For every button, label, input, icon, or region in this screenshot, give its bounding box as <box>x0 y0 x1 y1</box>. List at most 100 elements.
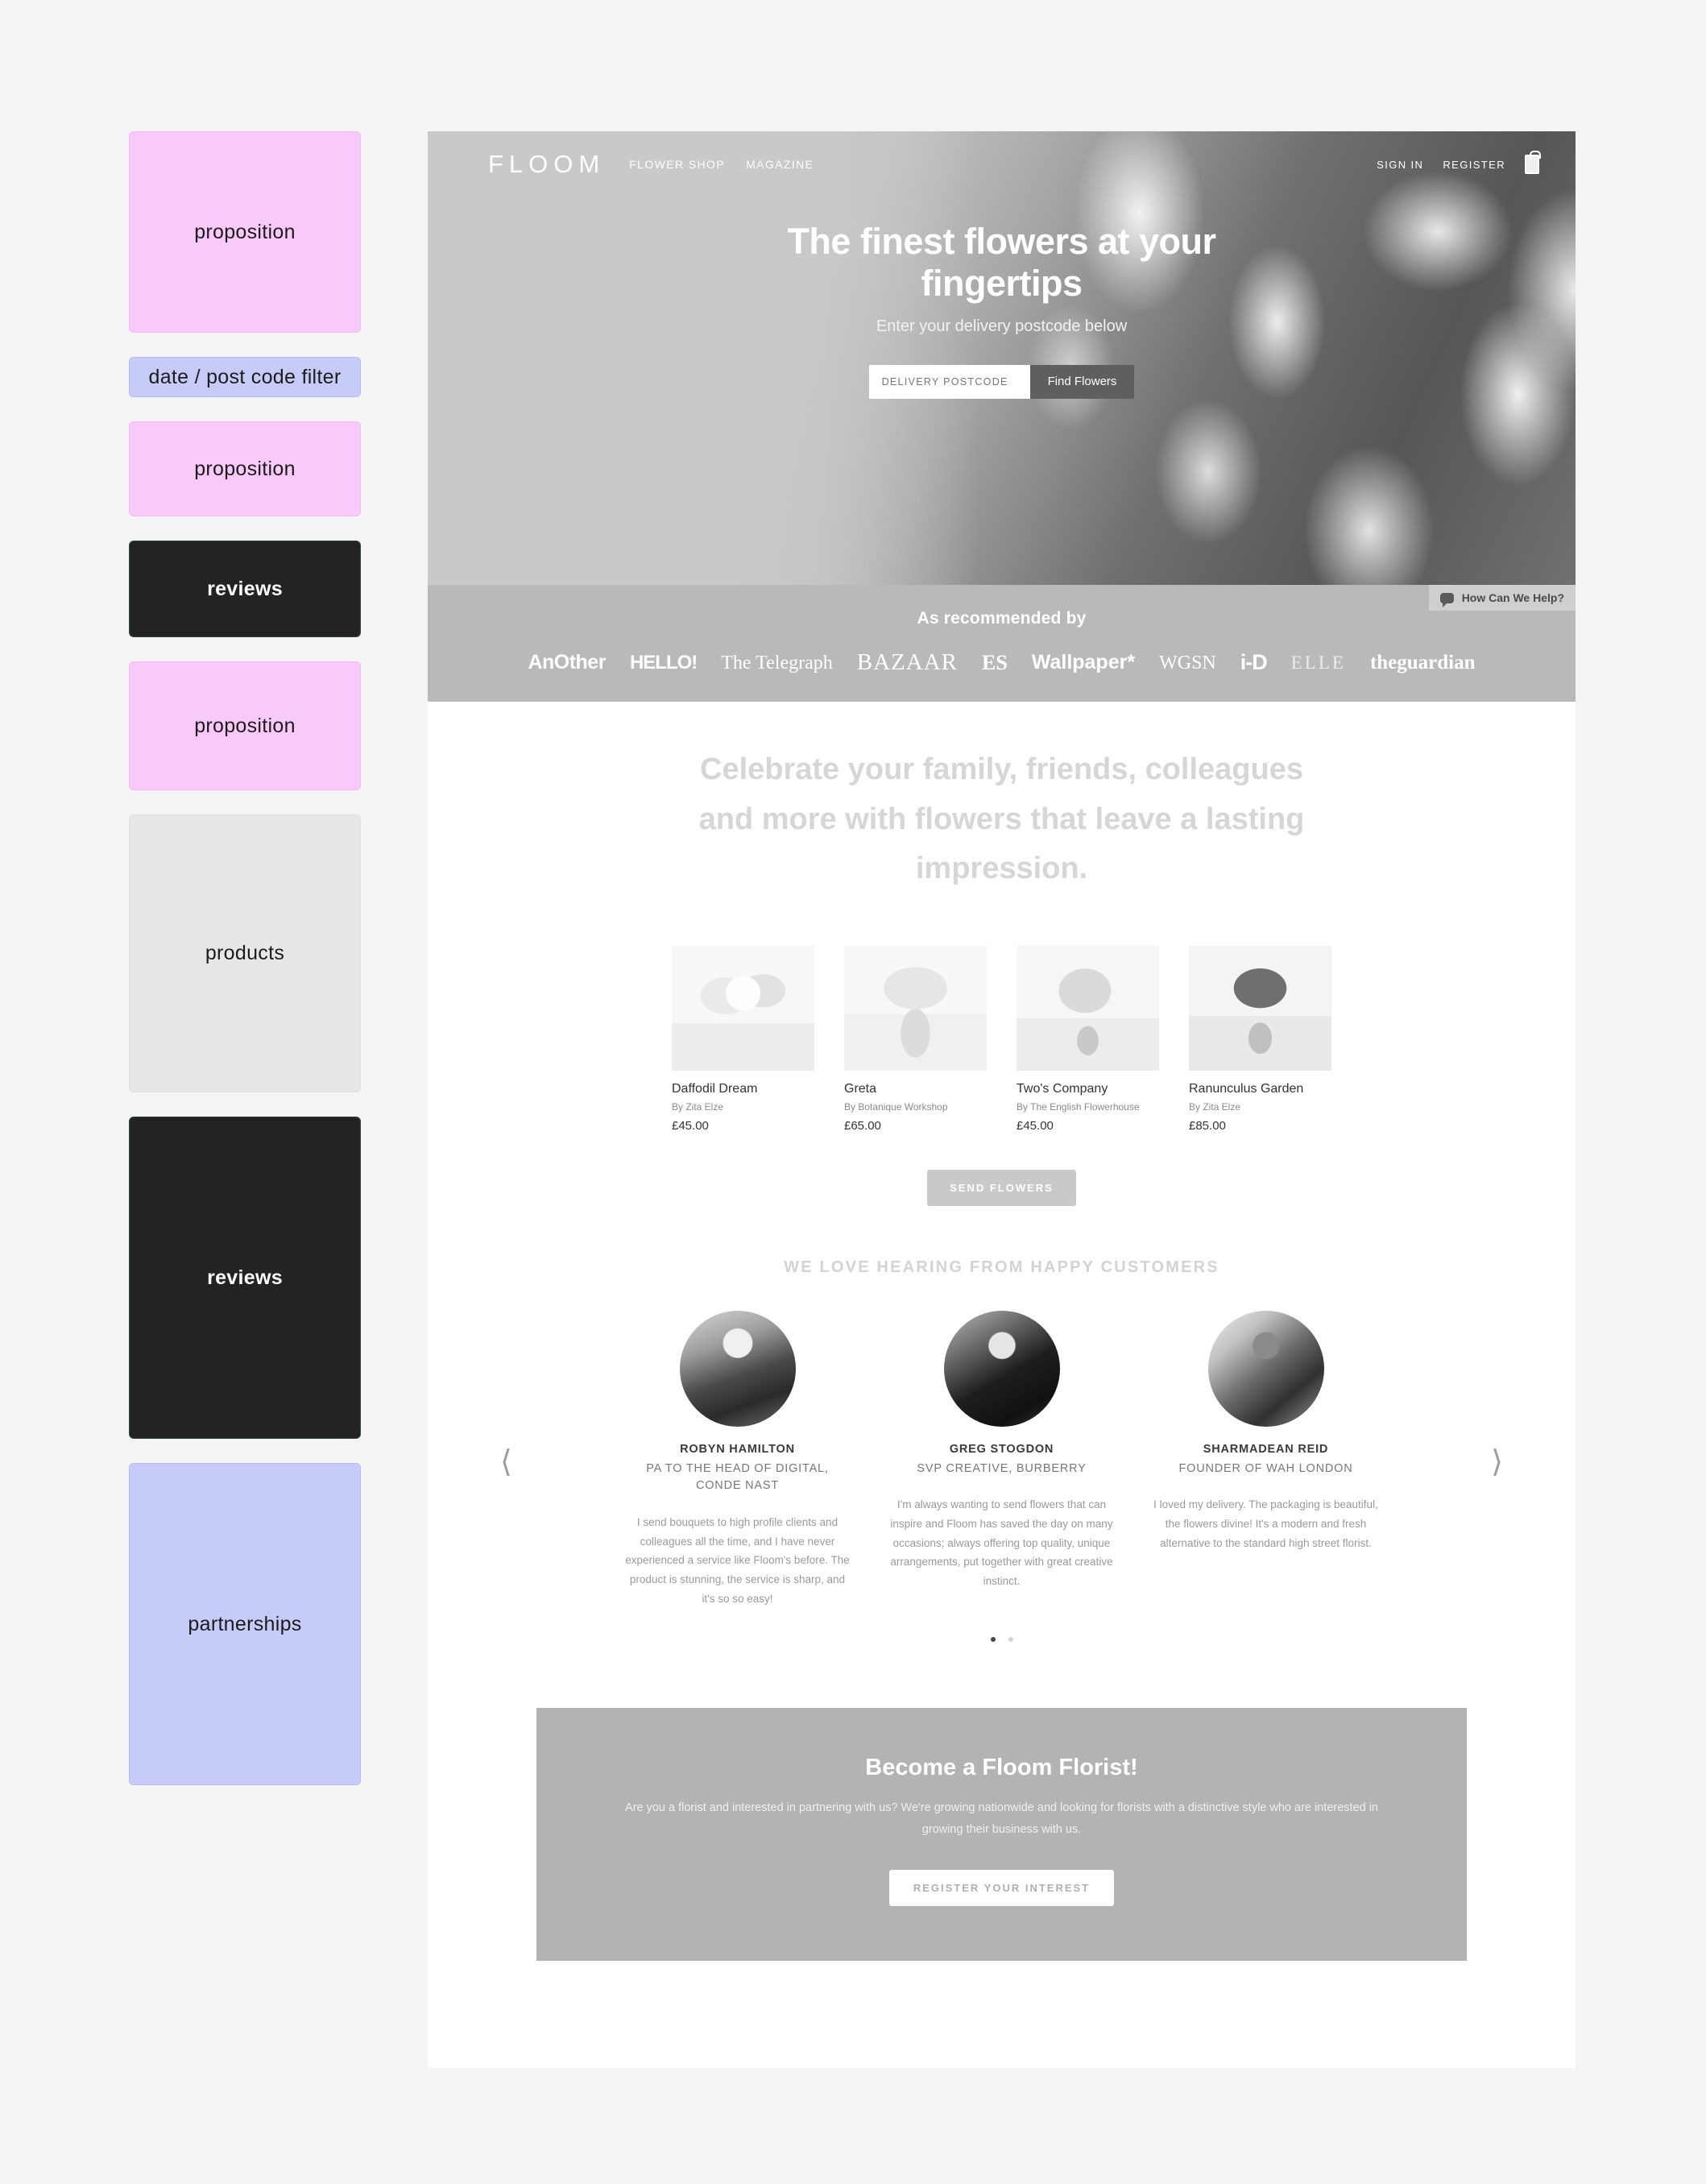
chat-widget-tab[interactable]: How Can We Help? <box>1428 585 1576 611</box>
logo-telegraph: The Telegraph <box>721 652 833 673</box>
site-header: FLOOM FLOWER SHOP MAGAZINE SIGN IN REGIS… <box>428 131 1576 179</box>
testimonial-quote: I loved my delivery. The packaging is be… <box>1153 1498 1378 1549</box>
annotation-date-postcode-filter: date / post code filter <box>129 357 361 397</box>
hero-heading: The finest flowers at your fingertips <box>787 221 1216 304</box>
testimonial-role: PA TO THE HEAD OF DIGITAL, CONDE NAST <box>646 1461 829 1493</box>
hero-section: FLOOM FLOWER SHOP MAGAZINE SIGN IN REGIS… <box>428 131 1576 585</box>
find-flowers-button[interactable]: Find Flowers <box>1029 364 1135 399</box>
product-card[interactable]: Ranunculus Garden By Zita Elze £85.00 <box>1189 945 1331 1133</box>
annotation-reviews-2: reviews <box>129 1117 361 1439</box>
logo-elle: ELLE <box>1290 653 1346 673</box>
website-preview: FLOOM FLOWER SHOP MAGAZINE SIGN IN REGIS… <box>428 131 1576 2068</box>
annotation-label: partnerships <box>188 1612 302 1635</box>
press-logo-row: AnOther HELLO! The Telegraph BAZAAR ES W… <box>428 651 1576 674</box>
product-florist: By Botanique Workshop <box>844 1100 948 1113</box>
product-price: £45.00 <box>672 1118 709 1133</box>
annotation-label: products <box>205 942 285 964</box>
product-price: £85.00 <box>1189 1118 1226 1133</box>
main-content: Celebrate your family, friends, colleagu… <box>428 702 1576 1961</box>
annotation-label: date / post code filter <box>148 365 342 388</box>
avatar <box>1207 1310 1324 1427</box>
annotation-products: products <box>129 814 361 1092</box>
product-florist: By Zita Elze <box>1189 1100 1241 1113</box>
logo-another: AnOther <box>528 651 606 673</box>
logo-guardian: theguardian <box>1369 652 1476 673</box>
product-image[interactable] <box>844 945 987 1071</box>
annotation-sidebar: proposition date / post code filter prop… <box>129 131 361 1809</box>
chevron-left-icon[interactable]: ⟨ <box>500 1444 512 1480</box>
annotation-label: reviews <box>207 1266 283 1289</box>
carousel-pagination <box>528 1637 1475 1643</box>
screenshot-root: proposition date / post code filter prop… <box>0 0 1706 2184</box>
reviews-title: WE LOVE HEARING FROM HAPPY CUSTOMERS <box>784 1258 1219 1276</box>
annotation-proposition-2: proposition <box>129 421 361 516</box>
account-nav: SIGN IN REGISTER <box>1377 151 1541 174</box>
annotation-proposition-1: proposition <box>129 131 361 333</box>
product-image[interactable] <box>672 945 814 1071</box>
hero-subheading: Enter your delivery postcode below <box>876 317 1128 335</box>
product-image[interactable] <box>1017 945 1159 1071</box>
product-name: Greta <box>844 1081 877 1096</box>
product-name: Daffodil Dream <box>672 1081 758 1096</box>
testimonial-role: FOUNDER OF WAH LONDON <box>1178 1461 1353 1475</box>
product-florist: By The English Flowerhouse <box>1017 1100 1140 1113</box>
annotation-reviews-1: reviews <box>129 541 361 637</box>
product-grid: Daffodil Dream By Zita Elze £45.00 Greta… <box>428 945 1576 1133</box>
avatar <box>679 1310 796 1427</box>
cta-heading: Become a Floom Florist! <box>865 1755 1138 1781</box>
product-image[interactable] <box>1189 945 1331 1071</box>
product-name: Two's Company <box>1017 1081 1108 1096</box>
chat-bubble-icon <box>1439 592 1454 607</box>
annotation-label: reviews <box>207 577 283 600</box>
hero-content: The finest flowers at your fingertips En… <box>428 179 1576 399</box>
product-card[interactable]: Greta By Botanique Workshop £65.00 <box>844 945 987 1133</box>
nav-link-flower-shop[interactable]: FLOWER SHOP <box>629 158 725 171</box>
main-headline: Celebrate your family, friends, colleagu… <box>698 752 1305 886</box>
product-price: £65.00 <box>844 1118 881 1133</box>
florist-cta-section: Become a Floom Florist! Are you a floris… <box>536 1708 1467 1961</box>
avatar <box>943 1310 1060 1427</box>
testimonial-card: ROBYN HAMILTON PA TO THE HEAD OF DIGITAL… <box>625 1310 851 1609</box>
shopping-bag-icon[interactable] <box>1525 151 1541 174</box>
primary-nav: FLOWER SHOP MAGAZINE <box>629 158 814 171</box>
logo-wallpaper: Wallpaper* <box>1031 651 1136 673</box>
product-name: Ranunculus Garden <box>1189 1081 1304 1096</box>
testimonial-carousel: ⟨ ⟩ ROBYN HAMILTON PA TO THE HEAD OF DIG… <box>428 1310 1576 1643</box>
postcode-form: Find Flowers <box>428 364 1576 399</box>
logo-hello: HELLO! <box>629 651 698 673</box>
logo-wgsn: WGSN <box>1159 652 1216 673</box>
logo-bazaar: BAZAAR <box>856 649 958 675</box>
annotation-label: proposition <box>194 220 296 243</box>
annotation-label: proposition <box>194 714 296 737</box>
nav-link-magazine[interactable]: MAGAZINE <box>746 158 814 171</box>
chevron-right-icon[interactable]: ⟩ <box>1491 1444 1503 1480</box>
delivery-postcode-input[interactable] <box>868 364 1030 399</box>
chat-widget-label: How Can We Help? <box>1461 591 1564 604</box>
send-flowers-button[interactable]: SEND FLOWERS <box>927 1169 1076 1206</box>
carousel-dot[interactable] <box>990 1637 996 1643</box>
logo-es: ES <box>981 650 1008 674</box>
press-title: As recommended by <box>917 609 1087 628</box>
carousel-dot[interactable] <box>1008 1637 1013 1643</box>
product-florist: By Zita Elze <box>672 1100 724 1113</box>
register-interest-button[interactable]: REGISTER YOUR INTEREST <box>888 1869 1115 1906</box>
press-section: As recommended by AnOther HELLO! The Tel… <box>428 585 1576 702</box>
sign-in-link[interactable]: SIGN IN <box>1377 159 1423 171</box>
testimonial-slides: ROBYN HAMILTON PA TO THE HEAD OF DIGITAL… <box>528 1310 1475 1609</box>
brand-logo[interactable]: FLOOM <box>488 150 605 179</box>
testimonial-card: GREG STOGDON SVP CREATIVE, BURBERRY I'm … <box>889 1310 1115 1609</box>
testimonial-name: SHARMADEAN REID <box>1203 1442 1329 1456</box>
send-flowers-wrap: SEND FLOWERS <box>428 1169 1576 1206</box>
product-card[interactable]: Two's Company By The English Flowerhouse… <box>1017 945 1159 1133</box>
testimonial-name: GREG STOGDON <box>949 1442 1054 1456</box>
register-link[interactable]: REGISTER <box>1443 159 1505 171</box>
testimonial-quote: I send bouquets to high profile clients … <box>625 1516 850 1605</box>
annotation-proposition-3: proposition <box>129 661 361 790</box>
testimonial-name: ROBYN HAMILTON <box>680 1442 795 1456</box>
testimonial-role: SVP CREATIVE, BURBERRY <box>917 1461 1087 1475</box>
product-card[interactable]: Daffodil Dream By Zita Elze £45.00 <box>672 945 814 1133</box>
annotation-partnerships: partnerships <box>129 1463 361 1785</box>
testimonial-quote: I'm always wanting to send flowers that … <box>890 1498 1113 1587</box>
testimonial-card: SHARMADEAN REID FOUNDER OF WAH LONDON I … <box>1153 1310 1379 1609</box>
logo-i-d: i-D <box>1240 650 1268 674</box>
